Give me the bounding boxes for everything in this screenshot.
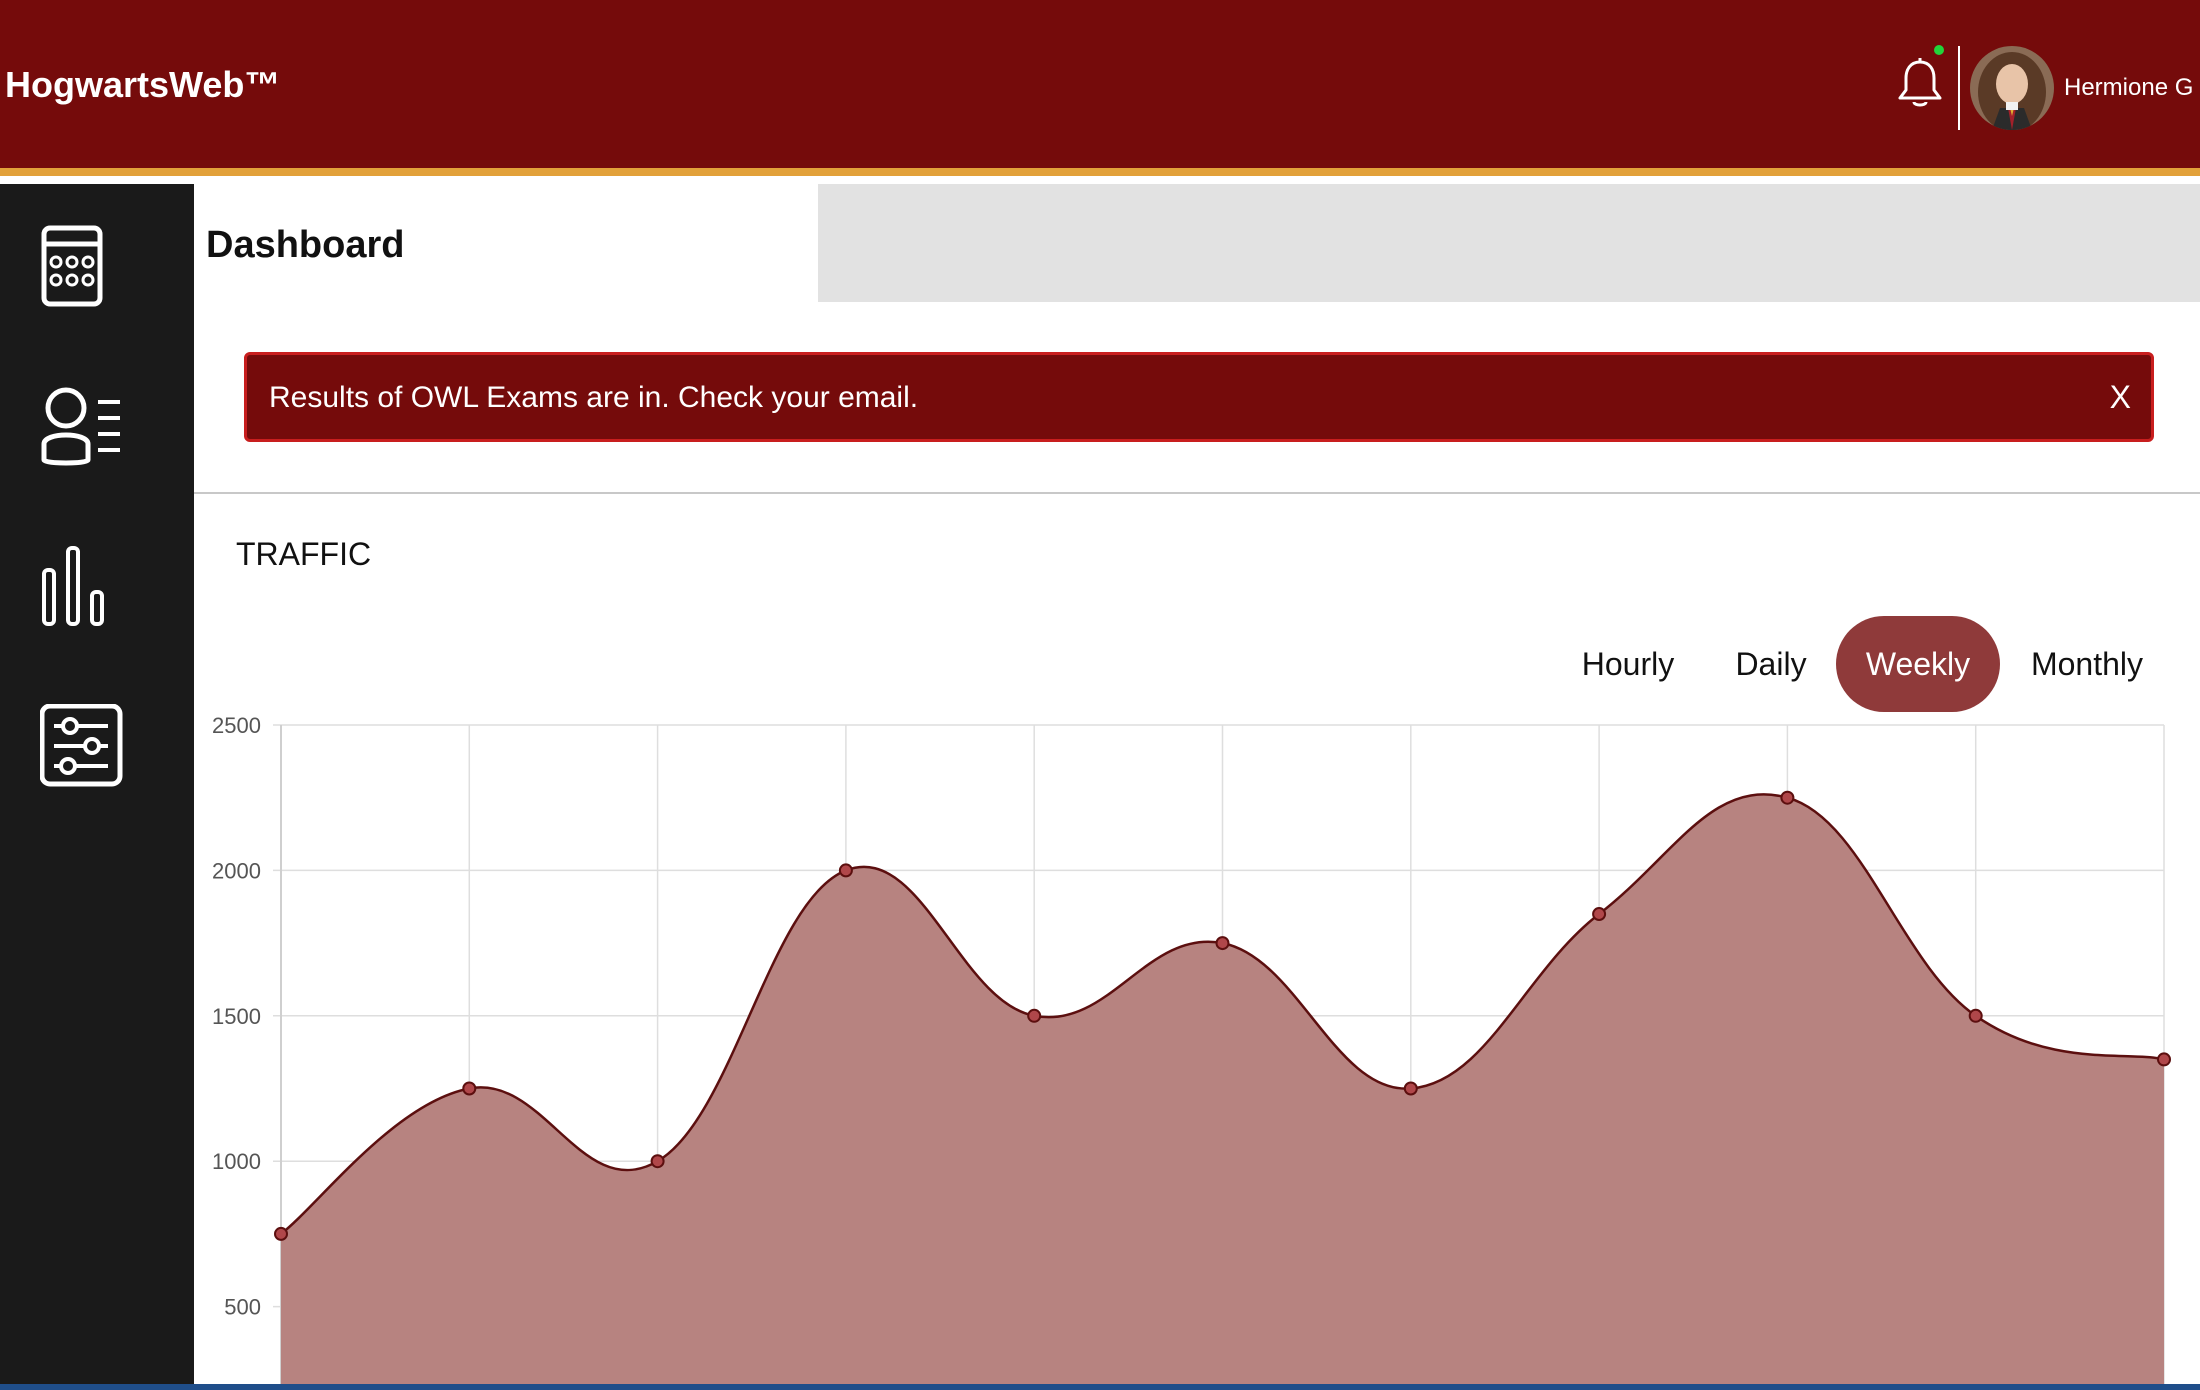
range-tab-weekly[interactable]: Weekly	[1836, 616, 2000, 712]
y-tick-label: 2000	[212, 858, 261, 883]
window-bottom-edge	[0, 1384, 2200, 1390]
range-tab-hourly[interactable]: Hourly	[1570, 616, 1686, 712]
data-point	[462, 1081, 477, 1096]
range-tab-daily[interactable]: Daily	[1722, 616, 1820, 712]
data-point	[1027, 1008, 1042, 1023]
header-search-area[interactable]	[818, 184, 2200, 302]
alert-message: Results of OWL Exams are in. Check your …	[269, 381, 919, 414]
traffic-heading: TRAFFIC	[236, 536, 372, 572]
bar-chart-icon	[40, 546, 120, 634]
sidebar-item-settings[interactable]	[39, 703, 150, 804]
data-point	[1215, 936, 1230, 951]
data-point	[650, 1154, 665, 1169]
y-tick-label: 2500	[212, 713, 261, 738]
y-tick-label: 1000	[212, 1149, 261, 1174]
alert-banner: Results of OWL Exams are in. Check your …	[244, 352, 2154, 442]
data-point	[1780, 790, 1795, 805]
members-icon	[40, 387, 130, 474]
notifications-bell-icon[interactable]	[1896, 56, 1944, 112]
page-title: Dashboard	[206, 224, 405, 266]
user-avatar[interactable]	[1970, 46, 2054, 130]
calendar-icon	[40, 225, 120, 314]
notification-status-dot	[1934, 45, 1944, 55]
user-name[interactable]: Hermione G	[2064, 74, 2193, 102]
sidebar-item-members[interactable]	[40, 384, 150, 484]
traffic-area-chart: 2500 2000 1500 1000 500	[212, 713, 2171, 1390]
sidebar-item-analytics[interactable]	[40, 544, 150, 644]
sidebar-nav	[0, 184, 194, 1390]
data-point	[1592, 907, 1607, 922]
brand-logo-text[interactable]: HogwartsWeb™	[5, 64, 280, 106]
y-tick-label: 1500	[212, 1004, 261, 1029]
data-point	[1968, 1008, 1983, 1023]
alert-close-button[interactable]: X	[2110, 379, 2131, 416]
title-area: Dashboard	[194, 184, 818, 302]
range-tab-monthly[interactable]: Monthly	[2018, 616, 2156, 712]
sidebar-item-dashboard[interactable]	[40, 224, 150, 324]
top-header: HogwartsWeb™ Hermione G	[0, 0, 2200, 176]
section-divider	[194, 492, 2200, 494]
data-point	[274, 1226, 288, 1241]
data-point	[838, 863, 853, 878]
data-point	[1403, 1081, 1418, 1096]
header-divider	[1958, 46, 1960, 130]
data-point	[2157, 1052, 2171, 1067]
settings-sliders-icon	[39, 703, 126, 794]
y-tick-label: 500	[224, 1295, 261, 1320]
